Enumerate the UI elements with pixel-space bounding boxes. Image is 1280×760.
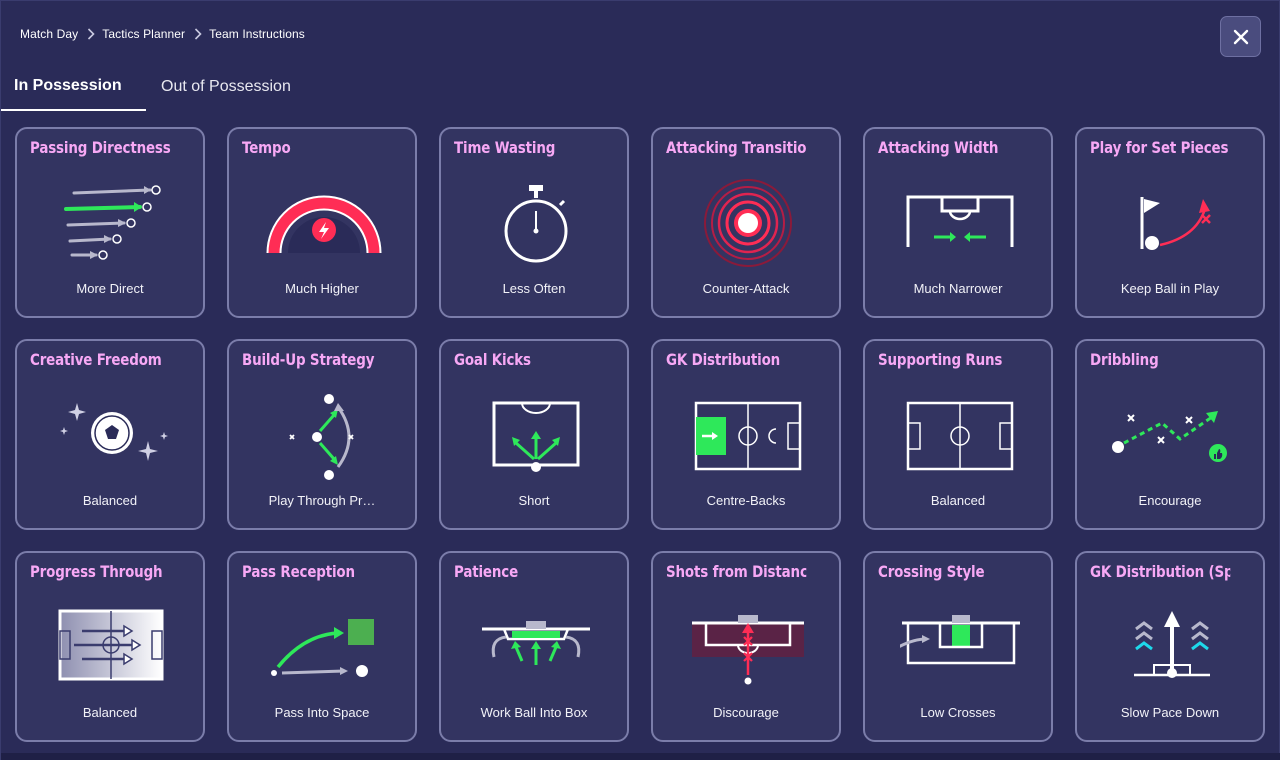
close-icon (1233, 29, 1248, 44)
gk-distribution-pitch-icon (694, 401, 802, 471)
card-title: Play for Set Pieces (1090, 138, 1229, 157)
card-value: Counter-Attack (702, 281, 790, 296)
card-value: Encourage (1138, 493, 1202, 508)
card-gk-distribution[interactable]: GK Distribution Centre-Backs (651, 339, 841, 530)
card-title: Creative Freedom (30, 350, 162, 369)
card-title: Dribbling (1090, 350, 1159, 369)
card-title: Attacking Transition (666, 138, 807, 157)
breadcrumb-tactics-planner[interactable]: Tactics Planner (102, 27, 185, 41)
sparkle-ball-icon (60, 403, 168, 461)
breadcrumb: Match Day Tactics Planner Team Instructi… (20, 27, 305, 41)
card-goal-kicks[interactable]: Goal Kicks Short (439, 339, 629, 530)
card-value: Balanced (930, 493, 986, 508)
card-value: Much Higher (285, 281, 359, 296)
card-gk-distribution-speed[interactable]: GK Distribution (Speed) Slow Pace Down (1075, 551, 1265, 742)
tab-bar: In Possession Out of Possession (1, 63, 1280, 111)
tab-out-of-possession[interactable]: Out of Possession (161, 63, 291, 111)
card-value: Balanced (82, 705, 138, 720)
card-dribbling[interactable]: Dribbling Encourage (1075, 339, 1265, 530)
card-title: Build-Up Strategy (242, 350, 375, 369)
goal-kick-icon (492, 401, 580, 472)
gk-speed-icon (1134, 611, 1210, 678)
card-title: Time Wasting (454, 138, 556, 157)
chevron-right-icon (195, 28, 202, 40)
set-piece-flag-icon (1140, 197, 1211, 250)
card-pass-reception[interactable]: Pass Reception Pass Into Space (227, 551, 417, 742)
breadcrumb-team-instructions: Team Instructions (209, 27, 305, 41)
counter-rings-icon (704, 179, 792, 267)
patience-box-icon (482, 621, 590, 665)
card-crossing-style[interactable]: Crossing Style Low Crosses (863, 551, 1053, 742)
pass-reception-icon (271, 619, 374, 677)
card-value: Short (518, 493, 550, 508)
card-title: Passing Directness (30, 138, 171, 157)
tab-in-possession[interactable]: In Possession (1, 63, 146, 111)
card-patience[interactable]: Patience Work Ball Into Box (439, 551, 629, 742)
card-time-wasting[interactable]: Time Wasting Less Often (439, 127, 629, 318)
chevron-right-icon (88, 28, 95, 40)
passing-arrows-icon (64, 185, 161, 260)
card-title: Crossing Style (878, 562, 985, 581)
card-title: Pass Reception (242, 562, 355, 581)
card-value: Low Crosses (920, 705, 996, 720)
card-value: Keep Ball in Play (1120, 281, 1220, 296)
card-value: Work Ball Into Box (480, 705, 588, 720)
card-progress-through[interactable]: Progress Through Balanced (15, 551, 205, 742)
card-creative-freedom[interactable]: Creative Freedom Balanced (15, 339, 205, 530)
card-value: Discourage (713, 705, 779, 720)
crossing-style-icon (900, 615, 1020, 665)
stopwatch-icon (504, 185, 568, 263)
team-instructions-panel: Match Day Tactics Planner Team Instructi… (0, 0, 1280, 760)
card-supporting-runs[interactable]: Supporting Runs Balanced (863, 339, 1053, 530)
card-title: Tempo (242, 138, 291, 157)
card-title: GK Distribution (Speed) (1090, 562, 1230, 581)
card-title: Patience (454, 562, 519, 581)
narrow-width-icon (906, 195, 1014, 247)
card-play-for-set-pieces[interactable]: Play for Set Pieces Keep Ball in Play (1075, 127, 1265, 318)
card-title: Goal Kicks (454, 350, 531, 369)
card-value: Much Narrower (913, 281, 1003, 296)
bottom-strip (1, 753, 1280, 760)
card-value: Slow Pace Down (1120, 705, 1220, 720)
card-value: Play Through Pr… (268, 493, 376, 508)
card-shots-from-distance[interactable]: Shots from Distance Discourage (651, 551, 841, 742)
card-tempo[interactable]: Tempo Much Higher (227, 127, 417, 318)
progress-pitch-icon (58, 609, 164, 681)
card-attacking-transition[interactable]: Attacking Transition Counter-Attack (651, 127, 841, 318)
card-title: Attacking Width (878, 138, 999, 157)
card-value: Pass Into Space (274, 705, 370, 720)
tempo-gauge-icon (266, 195, 382, 254)
card-title: GK Distribution (666, 350, 781, 369)
card-build-up-strategy[interactable]: Build-Up Strategy Play Through Pr… (227, 339, 417, 530)
card-title: Supporting Runs (878, 350, 1003, 369)
card-value: Less Often (502, 281, 566, 296)
shots-distance-icon (692, 615, 804, 685)
card-title: Progress Through (30, 562, 163, 581)
card-value: More Direct (76, 281, 144, 296)
card-value: Balanced (82, 493, 138, 508)
card-value: Centre-Backs (706, 493, 786, 508)
breadcrumb-match-day[interactable]: Match Day (20, 27, 78, 41)
card-title: Shots from Distance (666, 562, 807, 581)
supporting-runs-pitch-icon (906, 401, 1014, 471)
dribble-path-icon (1112, 411, 1227, 462)
close-button[interactable] (1220, 16, 1261, 57)
build-up-icon (289, 394, 354, 480)
card-passing-directness[interactable]: Passing Directness More Direct (15, 127, 205, 318)
card-attacking-width[interactable]: Attacking Width Much Narrower (863, 127, 1053, 318)
